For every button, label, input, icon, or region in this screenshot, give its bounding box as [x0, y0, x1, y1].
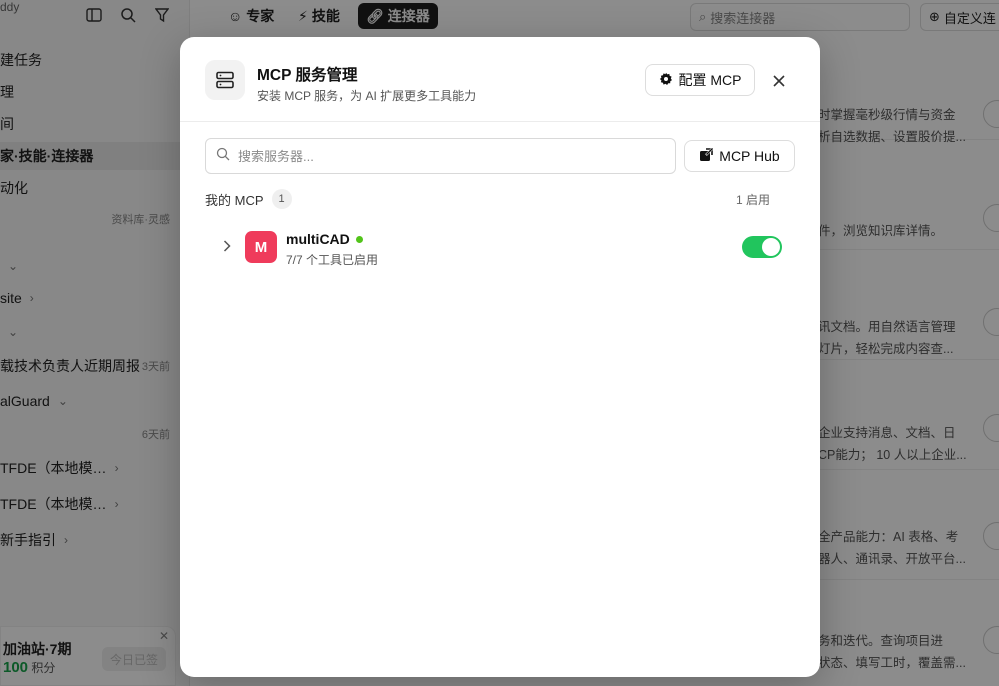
- server-avatar: M: [245, 231, 277, 263]
- enabled-summary: 1 启用: [735, 193, 770, 207]
- dialog-header: MCP 服务管理 安装 MCP 服务，为 AI 扩展更多工具能力 配置 MCP: [180, 37, 820, 122]
- configure-mcp-button[interactable]: 配置 MCP: [645, 64, 755, 96]
- mcp-management-dialog: MCP 服务管理 安装 MCP 服务，为 AI 扩展更多工具能力 配置 MCP …: [180, 37, 820, 677]
- server-name: multiCAD: [286, 231, 350, 247]
- mcp-server-row[interactable]: M multiCAD 7/7 个工具已启用: [205, 225, 795, 269]
- mcp-hub-button[interactable]: MCP Hub: [684, 140, 795, 172]
- section-count-badge: 1: [271, 189, 292, 209]
- mcp-hub-label: MCP Hub: [719, 148, 780, 164]
- server-icon: [205, 60, 245, 100]
- server-search-field[interactable]: [205, 138, 676, 174]
- my-mcp-section-header: 我的 MCP 1: [205, 189, 292, 209]
- search-icon: [216, 147, 230, 166]
- dialog-subtitle: 安装 MCP 服务，为 AI 扩展更多工具能力: [257, 89, 477, 103]
- status-online-dot: [355, 235, 363, 243]
- server-tools-status: 7/7 个工具已启用: [286, 253, 379, 267]
- configure-mcp-label: 配置 MCP: [678, 72, 742, 88]
- chevron-right-icon[interactable]: [220, 238, 234, 254]
- server-name-line: multiCAD: [286, 231, 363, 247]
- server-enable-toggle[interactable]: [742, 236, 782, 258]
- server-search-input[interactable]: [238, 148, 638, 164]
- section-title: 我的 MCP: [205, 192, 264, 208]
- gear-icon: [659, 72, 673, 89]
- external-link-icon: [699, 147, 714, 165]
- dialog-title: MCP 服务管理: [257, 67, 358, 84]
- toggle-knob: [762, 238, 780, 256]
- close-icon[interactable]: [768, 70, 790, 92]
